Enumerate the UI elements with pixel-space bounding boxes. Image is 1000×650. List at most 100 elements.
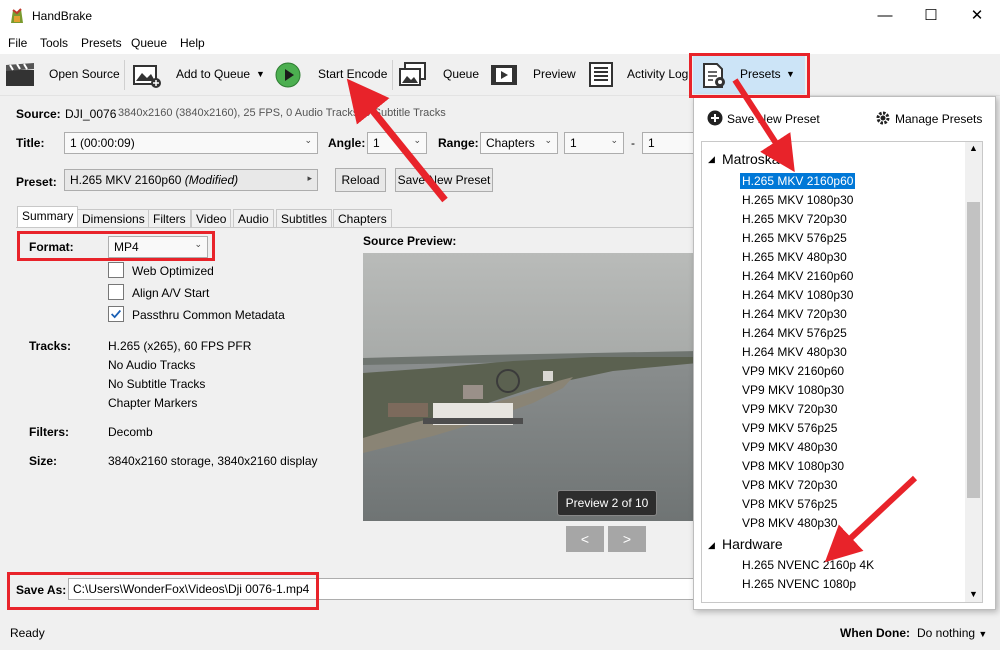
scrollbar-thumb[interactable] [967, 202, 980, 498]
preset-group-hardware[interactable]: Hardware [722, 536, 783, 552]
tab-chapters[interactable]: Chapters [333, 209, 392, 227]
chevron-down-icon: ▼ [978, 629, 988, 639]
track-audio: No Audio Tracks [108, 358, 196, 372]
range-end-dropdown[interactable]: 1 [642, 132, 694, 154]
web-optimized-label: Web Optimized [132, 264, 214, 278]
range-dash: - [631, 136, 635, 150]
menu-tools[interactable]: Tools [40, 36, 68, 50]
track-video: H.265 (x265), 60 FPS PFR [108, 339, 252, 353]
angle-label: Angle: [328, 136, 366, 150]
angle-dropdown-value: 1 [373, 136, 380, 150]
maximize-icon: ☐ [924, 7, 938, 24]
preview-button[interactable]: Preview [533, 67, 576, 81]
save-new-preset-button[interactable]: Save New Preset [395, 168, 493, 192]
toolbar: Open Source Add to Queue ▼ Start Encode … [0, 54, 1000, 96]
passthru-checkbox[interactable] [108, 306, 124, 322]
collapse-arrow-icon[interactable]: ◢ [708, 154, 715, 165]
chevron-down-icon[interactable]: ▼ [256, 69, 265, 79]
scroll-down-icon[interactable]: ▼ [969, 589, 978, 599]
menu-bar: File Tools Presets Queue Help [0, 32, 1000, 54]
collapse-arrow-icon[interactable]: ◢ [708, 540, 715, 551]
preset-item[interactable]: H.264 MKV 480p30 [740, 344, 849, 360]
preset-item-selected[interactable]: H.265 MKV 2160p60 [740, 173, 856, 189]
menu-file[interactable]: File [8, 36, 27, 50]
activity-log-icon[interactable] [586, 61, 616, 88]
preset-item[interactable]: VP9 MKV 576p25 [740, 420, 839, 436]
range-start-dropdown[interactable]: 1 ⌄ [564, 132, 624, 154]
tab-audio[interactable]: Audio [233, 209, 274, 227]
preset-item[interactable]: H.265 MKV 480p30 [740, 249, 849, 265]
close-icon: ✕ [970, 7, 984, 24]
manage-presets-link[interactable]: Manage Presets [895, 112, 982, 126]
presets-tree[interactable]: ◢ Matroska H.265 MKV 2160p60 H.265 MKV 1… [701, 141, 983, 603]
add-to-queue-button[interactable]: Add to Queue [176, 67, 250, 81]
preset-item[interactable]: VP9 MKV 720p30 [740, 401, 839, 417]
preview-next-button[interactable]: > [608, 526, 646, 552]
activity-log-button[interactable]: Activity Log [627, 67, 688, 81]
web-optimized-checkbox[interactable] [108, 262, 124, 278]
track-subtitle: No Subtitle Tracks [108, 377, 206, 391]
preset-item[interactable]: H.265 NVENC 2160p 4K [740, 557, 876, 573]
clapperboard-icon[interactable] [5, 61, 35, 88]
gear-icon[interactable] [875, 110, 891, 126]
preset-item[interactable]: VP9 MKV 480p30 [740, 439, 839, 455]
preview-photo [363, 253, 698, 521]
toolbar-divider [392, 60, 393, 90]
tab-summary[interactable]: Summary [17, 206, 79, 228]
source-preview-label: Source Preview: [363, 234, 457, 248]
preset-item[interactable]: VP8 MKV 720p30 [740, 477, 839, 493]
tab-video[interactable]: Video [191, 209, 232, 227]
filters-value: Decomb [108, 425, 153, 439]
play-icon[interactable] [275, 62, 301, 88]
angle-dropdown[interactable]: 1 ⌄ [367, 132, 427, 154]
preset-label: Preset: [16, 175, 57, 189]
preset-item[interactable]: H.265 MKV 576p25 [740, 230, 849, 246]
preview-film-icon[interactable] [489, 61, 519, 88]
reload-button[interactable]: Reload [335, 168, 386, 192]
save-new-preset-link[interactable]: Save New Preset [727, 112, 820, 126]
preset-item[interactable]: VP8 MKV 576p25 [740, 496, 839, 512]
tab-dimensions[interactable]: Dimensions [77, 209, 150, 227]
preset-item[interactable]: H.264 MKV 720p30 [740, 306, 849, 322]
source-name: DJI_0076 [65, 107, 117, 121]
preset-group-matroska[interactable]: Matroska [722, 151, 780, 167]
tab-filters[interactable]: Filters [148, 209, 191, 227]
menu-queue[interactable]: Queue [131, 36, 167, 50]
align-av-label: Align A/V Start [132, 286, 210, 300]
preset-item[interactable]: H.265 MKV 720p30 [740, 211, 849, 227]
preset-item[interactable]: H.264 MKV 2160p60 [740, 268, 855, 284]
scroll-up-icon[interactable]: ▲ [969, 143, 978, 153]
start-encode-button[interactable]: Start Encode [318, 67, 387, 81]
add-image-icon[interactable] [132, 61, 162, 88]
title-label: Title: [16, 136, 45, 150]
preview-prev-button[interactable]: < [566, 526, 604, 552]
queue-icon[interactable] [398, 61, 428, 88]
presets-scrollbar[interactable]: ▲ ▼ [965, 142, 982, 602]
preset-item[interactable]: H.264 MKV 576p25 [740, 325, 849, 341]
menu-help[interactable]: Help [180, 36, 205, 50]
minimize-button[interactable]: — [862, 0, 908, 30]
source-preview-image [363, 253, 698, 521]
preset-item[interactable]: VP9 MKV 2160p60 [740, 363, 846, 379]
preset-item[interactable]: VP8 MKV 480p30 [740, 515, 839, 531]
preset-item[interactable]: H.265 NVENC 1080p [740, 576, 858, 592]
preset-item[interactable]: VP8 MKV 1080p30 [740, 458, 846, 474]
tracks-label: Tracks: [29, 339, 72, 353]
queue-button[interactable]: Queue [443, 67, 479, 81]
preset-selector[interactable]: H.265 MKV 2160p60 (Modified) ▸ [64, 169, 318, 191]
maximize-button[interactable]: ☐ [908, 0, 954, 30]
open-source-button[interactable]: Open Source [49, 67, 120, 81]
preset-modified-note: (Modified) [184, 173, 239, 187]
title-dropdown[interactable]: 1 (00:00:09) ⌄ [64, 132, 318, 154]
menu-presets[interactable]: Presets [81, 36, 122, 50]
range-type-dropdown[interactable]: Chapters ⌄ [480, 132, 558, 154]
preset-item[interactable]: VP9 MKV 1080p30 [740, 382, 846, 398]
align-av-checkbox[interactable] [108, 284, 124, 300]
tab-subtitles[interactable]: Subtitles [276, 209, 333, 227]
preset-item[interactable]: H.265 MKV 1080p30 [740, 192, 855, 208]
preset-item[interactable]: H.264 MKV 1080p30 [740, 287, 855, 303]
add-circle-icon[interactable] [707, 110, 723, 126]
close-button[interactable]: ✕ [954, 0, 1000, 30]
passthru-label: Passthru Common Metadata [132, 308, 285, 322]
when-done-dropdown[interactable]: Do nothing ▼ [917, 626, 987, 640]
